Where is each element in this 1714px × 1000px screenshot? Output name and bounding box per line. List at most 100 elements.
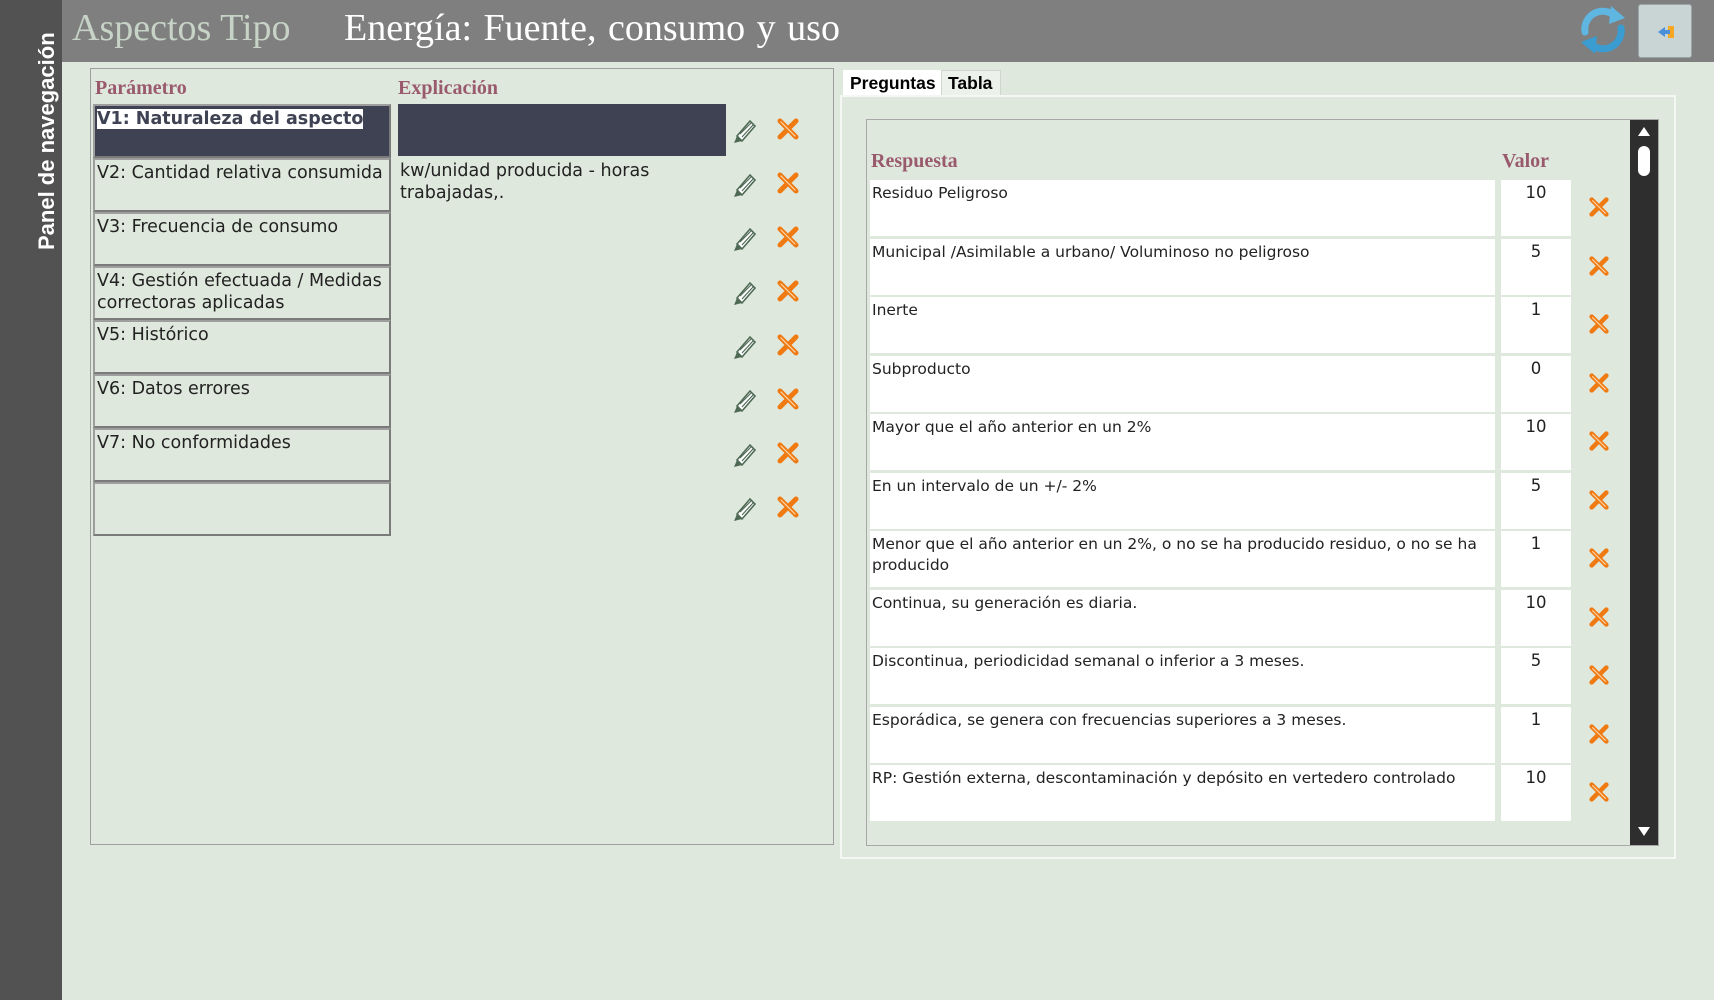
delete-answer-button[interactable] (1588, 781, 1610, 803)
delete-answer-button[interactable] (1588, 489, 1610, 511)
answer-row[interactable]: Esporádica, se genera con frecuencias su… (870, 706, 1625, 765)
answer-row[interactable]: RP: Gestión externa, descontaminación y … (870, 765, 1625, 823)
delete-parameter-button[interactable] (776, 225, 800, 249)
parameter-name-field[interactable]: V3: Frecuencia de consumo (93, 212, 391, 266)
page-title: Energía: Fuente, consumo y uso (344, 7, 840, 49)
answer-text-field[interactable]: Municipal /Asimilable a urbano/ Volumino… (870, 238, 1495, 295)
delete-parameter-button[interactable] (776, 117, 800, 141)
parameter-name-field[interactable] (93, 482, 391, 536)
delete-answer-button[interactable] (1588, 255, 1610, 277)
parameter-row[interactable]: V3: Frecuencia de consumo (93, 212, 833, 266)
header-bar: Aspectos Tipo Energía: Fuente, consumo y… (62, 0, 1714, 62)
scrollbar-thumb[interactable] (1638, 146, 1650, 176)
navigation-panel[interactable]: Panel de navegación (0, 0, 62, 1000)
answer-text-field[interactable]: Menor que el año anterior en un 2%, o no… (870, 531, 1495, 587)
parameter-row[interactable]: V5: Histórico (93, 320, 833, 374)
vertical-scrollbar[interactable] (1630, 120, 1658, 845)
answer-text-field[interactable]: Mayor que el año anterior en un 2% (870, 414, 1495, 470)
answer-row[interactable]: Mayor que el año anterior en un 2% 10 (870, 414, 1625, 472)
answer-value-field[interactable]: 1 (1501, 706, 1571, 763)
answer-text-field[interactable]: Esporádica, se genera con frecuencias su… (870, 706, 1495, 763)
answer-text-field[interactable]: Subproducto (870, 355, 1495, 412)
parameter-name-field[interactable]: V1: Naturaleza del aspecto (93, 104, 391, 158)
refresh-button[interactable] (1575, 2, 1631, 58)
answer-value-field[interactable]: 10 (1501, 414, 1571, 470)
delete-answer-button[interactable] (1588, 196, 1610, 218)
answer-value-field[interactable]: 10 (1501, 180, 1571, 236)
parameter-row[interactable] (93, 482, 833, 536)
tab-preguntas[interactable]: Preguntas (843, 70, 941, 97)
answers-panel: Respuesta Valor Residuo Peligroso 10 Munic… (840, 95, 1676, 859)
answer-row[interactable]: Discontinua, periodicidad semanal o infe… (870, 648, 1625, 706)
parameter-row[interactable]: V6: Datos errores (93, 374, 833, 428)
answer-value-field[interactable]: 1 (1501, 297, 1571, 353)
answer-row[interactable]: Menor que el año anterior en un 2%, o no… (870, 531, 1625, 589)
delete-parameter-button[interactable] (776, 333, 800, 357)
answer-value-field[interactable]: 0 (1501, 355, 1571, 412)
edit-parameter-button[interactable] (731, 386, 759, 414)
answer-row[interactable]: Continua, su generación es diaria. 10 (870, 589, 1625, 648)
answer-row[interactable]: En un intervalo de un +/- 2% 5 (870, 472, 1625, 531)
delete-answer-button[interactable] (1588, 430, 1610, 452)
scroll-up-arrow-icon[interactable] (1638, 127, 1650, 136)
exit-button[interactable] (1638, 4, 1692, 58)
parameter-row[interactable]: V7: No conformidades (93, 428, 833, 482)
delete-answer-button[interactable] (1588, 313, 1610, 335)
delete-parameter-button[interactable] (776, 387, 800, 411)
answer-value-field[interactable]: 5 (1501, 648, 1571, 704)
answers-scroll-area[interactable]: Respuesta Valor Residuo Peligroso 10 Munic… (867, 120, 1630, 845)
delete-cross-icon (1588, 548, 1610, 573)
explanation-column-header: Explicación (398, 77, 499, 99)
answer-text-field[interactable]: En un intervalo de un +/- 2% (870, 472, 1495, 529)
edit-parameter-button[interactable] (731, 332, 759, 360)
navigation-panel-label[interactable]: Panel de navegación (34, 14, 60, 250)
edit-parameter-button[interactable] (731, 440, 759, 468)
delete-cross-icon (776, 280, 800, 307)
answer-row[interactable]: Inerte 1 (870, 297, 1625, 355)
value-column-header: Valor (1502, 150, 1550, 172)
delete-parameter-button[interactable] (776, 279, 800, 303)
parameter-name-field[interactable]: V2: Cantidad relativa consumida (93, 158, 391, 212)
parameter-row[interactable]: V4: Gestión efectuada / Medidas correcto… (93, 266, 833, 320)
edit-parameter-button[interactable] (731, 278, 759, 306)
parameter-name-field[interactable]: V6: Datos errores (93, 374, 391, 428)
edit-parameter-button[interactable] (731, 224, 759, 252)
edit-parameter-button[interactable] (731, 494, 759, 522)
answer-value-field[interactable]: 5 (1501, 472, 1571, 529)
parameter-name-field[interactable]: V4: Gestión efectuada / Medidas correcto… (93, 266, 391, 320)
delete-answer-button[interactable] (1588, 723, 1610, 745)
pencil-icon (731, 389, 759, 418)
answer-value-field[interactable]: 5 (1501, 238, 1571, 295)
parameter-row[interactable]: V1: Naturaleza del aspecto (93, 104, 833, 158)
delete-answer-button[interactable] (1588, 606, 1610, 628)
parameter-explanation (398, 266, 726, 318)
parameter-name: V6: Datos errores (97, 379, 250, 399)
delete-parameter-button[interactable] (776, 441, 800, 465)
delete-answer-button[interactable] (1588, 664, 1610, 686)
answer-text-field[interactable]: Inerte (870, 297, 1495, 353)
answer-text-field[interactable]: Continua, su generación es diaria. (870, 589, 1495, 646)
parameter-name-field[interactable]: V5: Histórico (93, 320, 391, 374)
delete-parameter-button[interactable] (776, 495, 800, 519)
delete-cross-icon (1588, 723, 1610, 749)
edit-parameter-button[interactable] (731, 170, 759, 198)
answer-text-field[interactable]: Residuo Peligroso (870, 180, 1495, 236)
scroll-down-arrow-icon[interactable] (1638, 827, 1650, 836)
answer-text-field[interactable]: RP: Gestión externa, descontaminación y … (870, 765, 1495, 821)
delete-answer-button[interactable] (1588, 372, 1610, 394)
parameter-name-field[interactable]: V7: No conformidades (93, 428, 391, 482)
answer-value-field[interactable]: 1 (1501, 531, 1571, 587)
answers-list-frame: Respuesta Valor Residuo Peligroso 10 Munic… (866, 119, 1659, 846)
answer-value-field[interactable]: 10 (1501, 589, 1571, 646)
tab-tabla[interactable]: Tabla (941, 70, 1001, 97)
delete-parameter-button[interactable] (776, 171, 800, 195)
parameter-row[interactable]: V2: Cantidad relativa consumida kw/unidad… (93, 158, 833, 212)
answer-row[interactable]: Residuo Peligroso 10 (870, 180, 1625, 238)
delete-answer-button[interactable] (1588, 547, 1610, 569)
section-title: Aspectos Tipo (72, 7, 291, 49)
edit-parameter-button[interactable] (731, 116, 759, 144)
answer-value-field[interactable]: 10 (1501, 765, 1571, 821)
answer-text-field[interactable]: Discontinua, periodicidad semanal o infe… (870, 648, 1495, 704)
answer-row[interactable]: Subproducto 0 (870, 355, 1625, 414)
answer-row[interactable]: Municipal /Asimilable a urbano/ Volumino… (870, 238, 1625, 297)
